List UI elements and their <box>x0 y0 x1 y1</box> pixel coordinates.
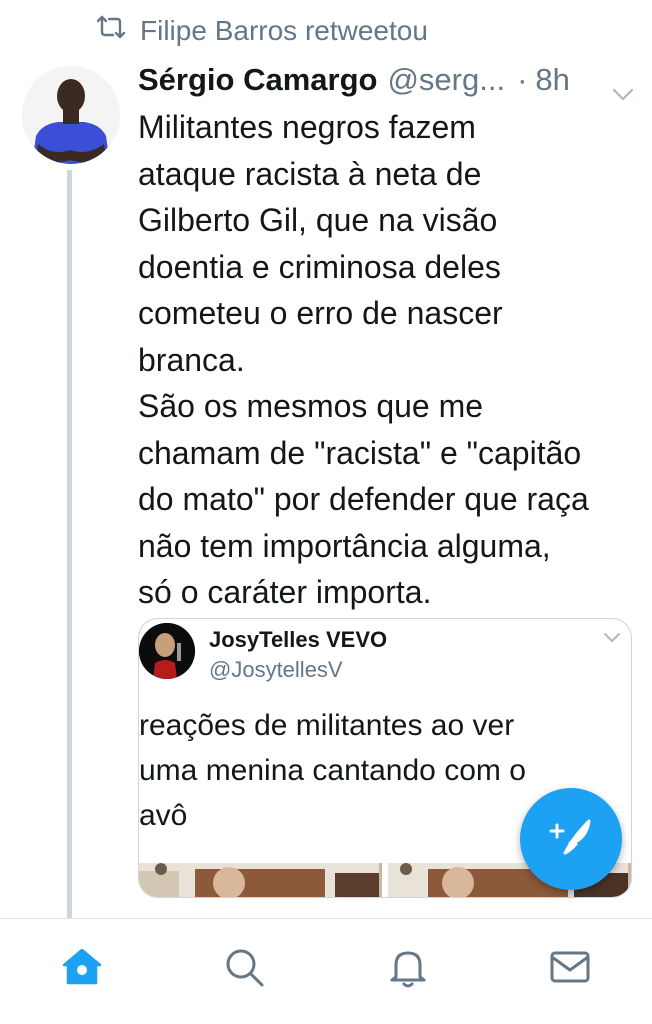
tweet-text-line: ataque racista à neta de <box>138 155 482 192</box>
chevron-down-icon[interactable] <box>612 74 634 101</box>
messages-envelope-icon <box>548 945 592 994</box>
author-avatar[interactable] <box>22 66 120 164</box>
quoted-author-handle: @JosytellesV <box>209 657 343 682</box>
search-icon <box>222 945 266 994</box>
media-thumbnail[interactable] <box>139 863 382 897</box>
quoted-text-line: reações de militantes ao ver <box>139 709 515 742</box>
notifications-bell-icon <box>386 945 430 994</box>
retweet-context-text: Filipe Barros retweetou <box>140 14 428 46</box>
tweet-text-line: chamam de "racista" e "capitão <box>138 434 582 471</box>
tweet-text-line: São os mesmos que me <box>138 388 484 424</box>
twitter-timeline-screen: Filipe Barros retweetou Sérgio Camargo @… <box>0 0 652 1024</box>
tweet-text-line: branca. <box>138 341 245 378</box>
home-icon <box>60 945 104 994</box>
chevron-down-icon[interactable] <box>603 631 621 643</box>
nav-search[interactable] <box>220 945 268 993</box>
tweet-text-line: do mato" por defender que raça <box>138 481 589 517</box>
header-separator: · <box>517 62 528 97</box>
retweet-icon <box>96 14 126 47</box>
compose-tweet-button[interactable] <box>520 788 622 890</box>
quoted-text-line: uma menina cantando com o <box>139 754 526 787</box>
tweet-text-line: cometeu o erro de nascer <box>138 295 503 331</box>
bottom-navigation <box>0 918 652 1024</box>
nav-messages[interactable] <box>546 945 594 993</box>
compose-tweet-icon <box>543 809 599 870</box>
tweet-text: Militantes negros fazem ataque racista à… <box>138 104 638 616</box>
tweet-text-line: Gilberto Gil, que na visão <box>138 202 498 238</box>
tweet-text-line: doentia e criminosa deles <box>138 248 501 285</box>
retweet-context[interactable]: Filipe Barros retweetou <box>96 14 428 47</box>
tweet-header: Sérgio Camargo @serg... · 8h <box>138 62 634 101</box>
author-handle[interactable]: @serg... <box>387 62 505 98</box>
tweet-text-line: só o caráter importa. <box>138 574 432 610</box>
nav-home[interactable] <box>58 945 106 993</box>
tweet-text-line: Militantes negros fazem <box>138 109 476 145</box>
quoted-author-avatar[interactable] <box>139 623 195 679</box>
thread-line <box>67 170 72 918</box>
tweet-time[interactable]: 8h <box>535 62 569 98</box>
nav-notifications[interactable] <box>384 945 432 993</box>
quoted-author-name: JosyTelles VEVO <box>209 627 388 652</box>
tweet-text-line: não tem importância alguma, <box>138 527 551 564</box>
author-name[interactable]: Sérgio Camargo <box>138 62 377 98</box>
